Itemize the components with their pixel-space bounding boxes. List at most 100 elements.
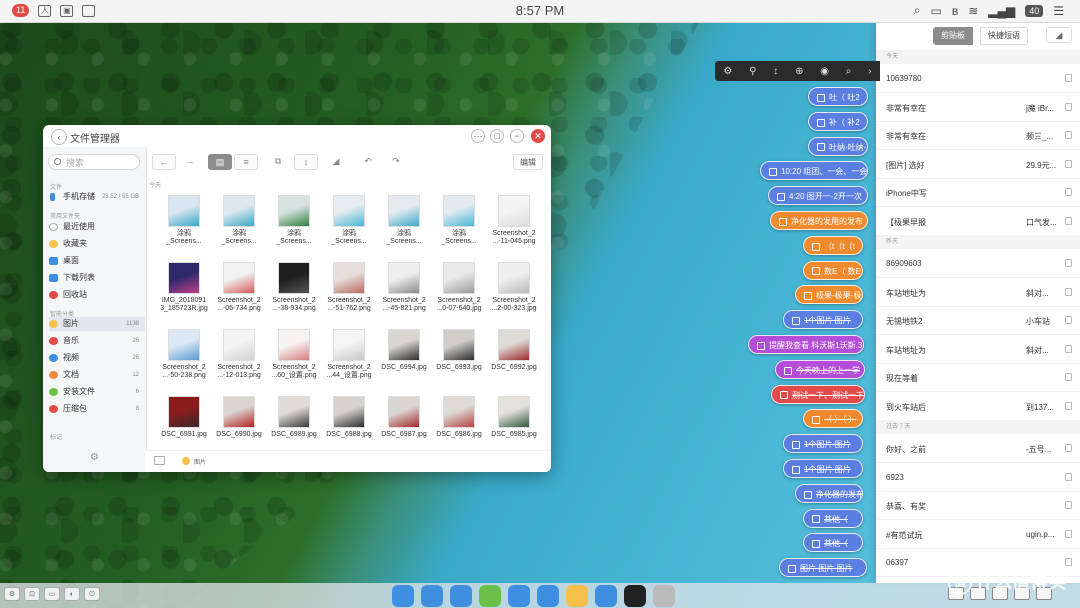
sidebar-item-recent[interactable]: 最近使用 bbox=[49, 220, 145, 234]
file-item[interactable]: DSC_6988.jpg bbox=[321, 396, 377, 443]
sidebar-item-storage[interactable]: 手机存储 28.52 / 55 GB bbox=[49, 190, 145, 204]
clipboard-item[interactable]: 到火车站后 到137... bbox=[876, 392, 1080, 421]
task-pill[interactable]: 今天晚上的上一学 bbox=[775, 359, 865, 379]
file-item[interactable]: DSC_6986.jpg bbox=[431, 396, 487, 443]
file-item[interactable]: DSC_6987.jpg bbox=[376, 396, 432, 443]
file-item[interactable]: DSC_6992.jpg bbox=[486, 329, 542, 389]
sidebar-item-video[interactable]: 视频 26 bbox=[49, 351, 145, 365]
sidebar-item-installers[interactable]: 安装文件 6 bbox=[49, 385, 145, 399]
back-icon[interactable]: ‹ bbox=[51, 129, 67, 145]
checked-box-icon[interactable] bbox=[788, 565, 796, 574]
file-item[interactable]: 涂鸦 _Screens... bbox=[321, 195, 377, 255]
task-pill[interactable]: 1个图片 图片 bbox=[783, 434, 863, 454]
file-item[interactable]: Screenshot_2 ...60_设置.png bbox=[266, 329, 322, 389]
clipboard-item[interactable]: 非常有幸在 频三_... bbox=[876, 121, 1080, 150]
sort-icon[interactable]: ↕ bbox=[294, 154, 318, 170]
clipboard-item[interactable]: 车站地址为 斜对... bbox=[876, 335, 1080, 364]
checked-box-icon[interactable] bbox=[792, 317, 800, 326]
copy-icon[interactable] bbox=[1065, 188, 1072, 196]
tab-clipboard[interactable]: 剪贴板 bbox=[933, 27, 973, 45]
settings-gear-icon[interactable]: ⚙ bbox=[90, 452, 99, 463]
notification-badge[interactable]: 11 bbox=[12, 4, 30, 17]
file-item[interactable]: 涂鸦 _Screens... bbox=[211, 195, 267, 255]
file-item[interactable]: DSC_6990.jpg bbox=[211, 396, 267, 443]
notes-app-icon[interactable] bbox=[566, 585, 588, 607]
copy-icon[interactable] bbox=[1065, 472, 1072, 481]
file-item[interactable]: DSC_6993.jpg bbox=[431, 329, 487, 389]
qq-app-icon[interactable] bbox=[624, 585, 646, 607]
sort-icon[interactable]: ↕ bbox=[773, 66, 778, 77]
power-icon[interactable]: ⏻ bbox=[84, 587, 100, 601]
files-app-icon[interactable] bbox=[450, 585, 472, 607]
toggle-icon[interactable]: ◐ bbox=[64, 587, 80, 601]
file-item[interactable]: Screenshot_2 ...-51-762.png bbox=[321, 262, 377, 322]
sidebar-item-archives[interactable]: 压缩包 8 bbox=[49, 402, 145, 416]
search-input[interactable]: 搜索 bbox=[48, 154, 140, 170]
wifi-icon[interactable]: ≋ bbox=[968, 4, 978, 18]
checked-box-icon[interactable] bbox=[792, 465, 800, 474]
task-pill[interactable]: （t（t（t bbox=[803, 235, 863, 255]
back-arrow-icon[interactable]: ← bbox=[152, 154, 176, 170]
checked-box-icon[interactable] bbox=[812, 540, 820, 549]
clipboard-item[interactable]: 现在等着 bbox=[876, 363, 1080, 392]
clipboard-item[interactable]: 86909603 bbox=[876, 249, 1080, 278]
checked-box-icon[interactable] bbox=[792, 441, 800, 450]
title-bar[interactable]: ‹ 文件管理器 ⋯ □ − ✕ bbox=[43, 125, 551, 147]
checkbox-icon[interactable] bbox=[812, 242, 820, 251]
sidebar-item-documents[interactable]: 文档 12 bbox=[49, 368, 145, 382]
file-item[interactable]: Screenshot_2 ...-50-238.png bbox=[156, 329, 212, 389]
clipboard-item[interactable]: #有范试玩 ugin.p... bbox=[876, 520, 1080, 549]
task-pill[interactable]: 测试一下、测试一下 bbox=[771, 384, 865, 404]
folder-outline-icon[interactable] bbox=[154, 456, 165, 465]
task-pill[interactable]: 10:20 组团、一会、一会 bbox=[760, 161, 868, 181]
clipboard-item[interactable]: 6923 bbox=[876, 463, 1080, 492]
file-item[interactable]: 涂鸦 _Screens... bbox=[376, 195, 432, 255]
sidebar-item-desktop[interactable]: 桌面 bbox=[49, 254, 145, 268]
window-icon[interactable]: ▭ bbox=[44, 587, 60, 601]
checkbox-icon[interactable] bbox=[757, 341, 765, 350]
screen-mirror-icon[interactable]: ▭ bbox=[930, 4, 941, 18]
screenshot-icon[interactable]: ⊡ bbox=[24, 587, 40, 601]
edit-button[interactable]: 编辑 bbox=[513, 154, 543, 170]
forward-arrow-icon[interactable]: → bbox=[178, 154, 202, 170]
minimize-icon[interactable]: − bbox=[510, 129, 524, 143]
gear-icon[interactable]: ⚙ bbox=[723, 66, 732, 77]
checkbox-icon[interactable] bbox=[817, 143, 825, 152]
task-pill[interactable]: 补（ 补2 bbox=[808, 111, 868, 131]
clipboard-item[interactable]: 10639780 bbox=[876, 64, 1080, 93]
copy-icon[interactable]: ⧉ bbox=[266, 154, 290, 170]
clipboard-item[interactable]: 你好、之前 -五号... bbox=[876, 434, 1080, 463]
sidebar-item-favorites[interactable]: 收藏夹 bbox=[49, 237, 145, 251]
file-item[interactable]: Screenshot_2 ...-45-821.png bbox=[376, 262, 432, 322]
checkbox-icon[interactable] bbox=[817, 118, 825, 127]
eye-icon[interactable]: ◉ bbox=[820, 66, 829, 77]
clipboard-item[interactable]: 非常有幸在 j魔 iBr... bbox=[876, 93, 1080, 122]
file-item[interactable]: 涂鸦 _Screens... bbox=[156, 195, 212, 255]
file-item[interactable]: DSC_6985.jpg bbox=[486, 396, 542, 443]
file-item[interactable]: Screenshot_2 ...-12-013.png bbox=[211, 329, 267, 389]
task-pill[interactable]: 净化器的发用的发布 bbox=[770, 211, 868, 230]
task-pill[interactable]: （ ）（ ） bbox=[803, 409, 863, 429]
checkbox-icon[interactable] bbox=[812, 267, 820, 276]
checked-box-icon[interactable] bbox=[780, 391, 788, 400]
screenshot-icon[interactable]: ▣ bbox=[60, 4, 74, 17]
copy-icon[interactable] bbox=[1065, 316, 1072, 324]
copy-icon[interactable] bbox=[1065, 529, 1072, 538]
clipboard-item[interactable]: 车站地址为 斜对... bbox=[876, 278, 1080, 307]
copy-icon[interactable] bbox=[1065, 558, 1072, 566]
clipboard-item[interactable]: 【极果早报 口气发... bbox=[876, 207, 1080, 236]
editor-app-icon[interactable] bbox=[537, 585, 559, 607]
task-pill[interactable]: 极果-极果-极 bbox=[795, 285, 863, 305]
more-icon[interactable]: ⋯ bbox=[471, 129, 485, 143]
arrow-right-icon[interactable]: › bbox=[868, 66, 871, 77]
settings-icon[interactable]: ⚙ bbox=[4, 587, 20, 601]
file-item[interactable]: Screenshot_2 ...44_设置.png bbox=[321, 329, 377, 389]
file-item[interactable]: DSC_6994.jpg bbox=[376, 329, 432, 389]
browser-app-icon[interactable] bbox=[421, 585, 443, 607]
task-pill[interactable]: 吐纳-吐纳-a bbox=[808, 136, 868, 156]
file-item[interactable]: Screenshot_2 ...-38-934.png bbox=[266, 262, 322, 322]
close-icon[interactable]: ✕ bbox=[531, 129, 545, 143]
tab-quick-phrases[interactable]: 快捷短语 bbox=[980, 27, 1028, 45]
checked-box-icon[interactable] bbox=[784, 366, 792, 375]
file-item[interactable]: Screenshot_2 ...2-00-323.jpg bbox=[486, 262, 542, 322]
